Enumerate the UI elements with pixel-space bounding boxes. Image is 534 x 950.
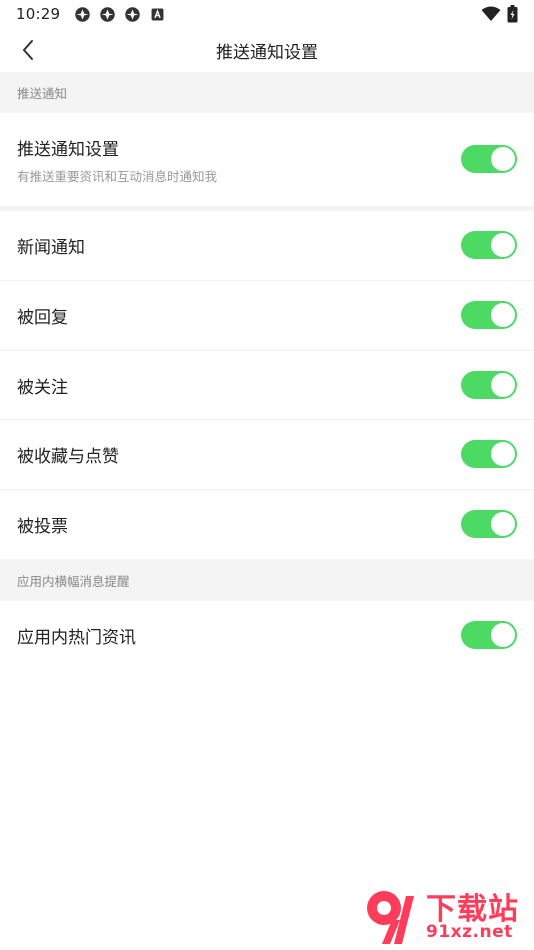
row-label: 被投票 [17,517,68,537]
notification-row-news[interactable]: 新闻通知 [0,211,534,280]
toggle-knob [491,623,515,647]
battery-icon [507,5,518,23]
status-left-icons [74,6,166,23]
toggle-knob [491,233,515,257]
notification-row-followed[interactable]: 被关注 [0,351,534,419]
toggle-knob [491,373,515,397]
app-notification-icon [100,6,115,22]
section-title: 推送通知 [17,86,68,101]
row-label: 应用内热门资讯 [17,628,136,648]
section-header-banner: 应用内横幅消息提醒 [0,559,534,601]
toggle-hot-news[interactable] [461,621,517,649]
toggle-replied[interactable] [461,301,517,329]
push-settings-description: 有推送重要资讯和互动消息时通知我 [17,168,218,184]
status-time: 10:29 [16,5,61,23]
app-notification-icon [125,6,140,22]
section-title: 应用内横幅消息提醒 [17,573,130,589]
status-bar: 10:29 [0,0,534,28]
row-label: 被收藏与点赞 [17,447,119,467]
row-label: 被回复 [17,308,68,328]
push-settings-toggle[interactable] [461,145,517,173]
row-label: 新闻通知 [17,238,85,258]
app-notification-icon [75,6,90,22]
toggle-favorited-liked[interactable] [461,440,517,468]
a-badge-icon [151,8,164,20]
status-right-icons [481,5,518,23]
section-header-push: 推送通知 [0,72,534,113]
watermark-logo-icon [367,891,414,944]
notification-row-voted[interactable]: 被投票 [0,490,534,559]
toggle-knob [491,147,515,171]
notification-row-hot-news[interactable]: 应用内热门资讯 [0,601,534,670]
push-settings-row[interactable]: 推送通知设置 有推送重要资讯和互动消息时通知我 [0,113,534,206]
toggle-voted[interactable] [461,510,517,538]
toggle-news[interactable] [461,231,517,259]
header-bar: 推送通知设置 [0,28,534,72]
row-label: 被关注 [17,377,68,398]
toggle-knob [491,442,515,466]
watermark: 下载站 91xz.net [362,884,534,950]
wifi-icon [481,6,501,21]
back-button[interactable] [14,36,42,64]
notification-row-replied[interactable]: 被回复 [0,281,534,350]
watermark-url: 91xz.net [426,922,513,942]
toggle-knob [491,303,515,327]
push-settings-label: 推送通知设置 [17,139,119,160]
chevron-left-icon [22,40,33,60]
toggle-knob [491,512,515,536]
page-title: 推送通知设置 [216,42,318,63]
toggle-followed[interactable] [461,371,517,399]
notification-row-favorited-liked[interactable]: 被收藏与点赞 [0,420,534,489]
